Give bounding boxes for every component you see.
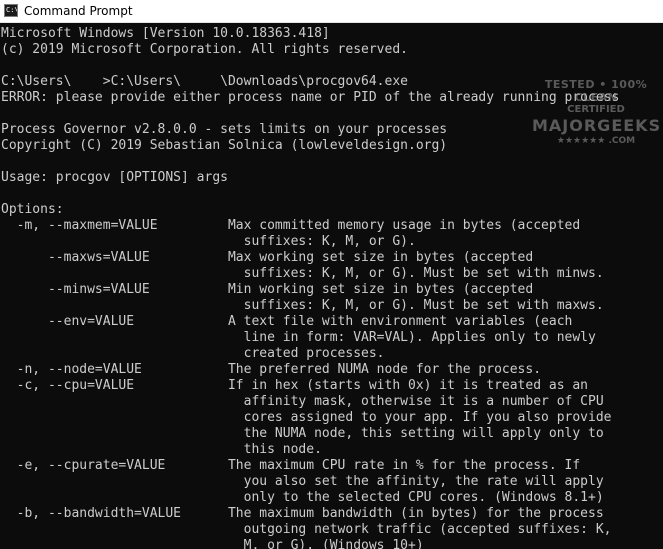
console-output[interactable]: Microsoft Windows [Version 10.0.18363.41… bbox=[0, 23, 663, 549]
console-line: only to the selected CPU cores. (Windows… bbox=[1, 490, 604, 505]
console-line: cores assigned to your app. If you also … bbox=[1, 410, 612, 425]
console-line: -c, --cpu=VALUE If in hex (starts with 0… bbox=[1, 378, 588, 393]
console-line: --minws=VALUE Min working set size in by… bbox=[1, 282, 534, 297]
console-text: Microsoft Windows [Version 10.0.18363.41… bbox=[0, 23, 663, 549]
console-line: Usage: procgov [OPTIONS] args bbox=[1, 170, 228, 185]
console-line: --env=VALUE A text file with environment… bbox=[1, 314, 573, 329]
console-line: -n, --node=VALUE The preferred NUMA node… bbox=[1, 362, 542, 377]
console-line: suffixes: K, M, or G). Must be set with … bbox=[1, 298, 604, 313]
console-line: the NUMA node, this setting will apply o… bbox=[1, 426, 604, 441]
console-line: --maxws=VALUE Max working set size in by… bbox=[1, 250, 534, 265]
window-title: Command Prompt bbox=[24, 4, 133, 18]
console-line: suffixes: K, M, or G). bbox=[1, 234, 416, 249]
console-line: (c) 2019 Microsoft Corporation. All righ… bbox=[1, 42, 408, 57]
console-line: -e, --cpurate=VALUE The maximum CPU rate… bbox=[1, 458, 581, 473]
console-line: Microsoft Windows [Version 10.0.18363.41… bbox=[1, 26, 330, 41]
console-line: C:\Users\ >C:\Users\ \Downloads\procgov6… bbox=[1, 74, 408, 89]
console-line: Options: bbox=[1, 202, 64, 217]
console-line: affinity mask, otherwise it is a number … bbox=[1, 394, 604, 409]
console-line: -b, --bandwidth=VALUE The maximum bandwi… bbox=[1, 506, 604, 521]
console-line: outgoing network traffic (accepted suffi… bbox=[1, 522, 612, 537]
console-line: Process Governor v2.8.0.0 - sets limits … bbox=[1, 122, 448, 137]
console-line: Copyright (C) 2019 Sebastian Solnica (lo… bbox=[1, 138, 448, 153]
console-line: M, or G). (Windows 10+) bbox=[1, 538, 424, 549]
console-line: -m, --maxmem=VALUE Max committed memory … bbox=[1, 218, 581, 233]
command-prompt-window: C:\ Command Prompt Microsoft Windows [Ve… bbox=[0, 0, 663, 549]
console-line: created processes. bbox=[1, 346, 385, 361]
console-line: you also set the affinity, the rate will… bbox=[1, 474, 604, 489]
cmd-icon: C:\ bbox=[4, 4, 18, 17]
console-line: ERROR: please provide either process nam… bbox=[1, 90, 620, 105]
console-line: this node. bbox=[1, 442, 322, 457]
console-line: line in form: VAR=VAL). Applies only to … bbox=[1, 330, 596, 345]
console-line: suffixes: K, M, or G). Must be set with … bbox=[1, 266, 604, 281]
title-bar[interactable]: C:\ Command Prompt bbox=[0, 0, 663, 23]
